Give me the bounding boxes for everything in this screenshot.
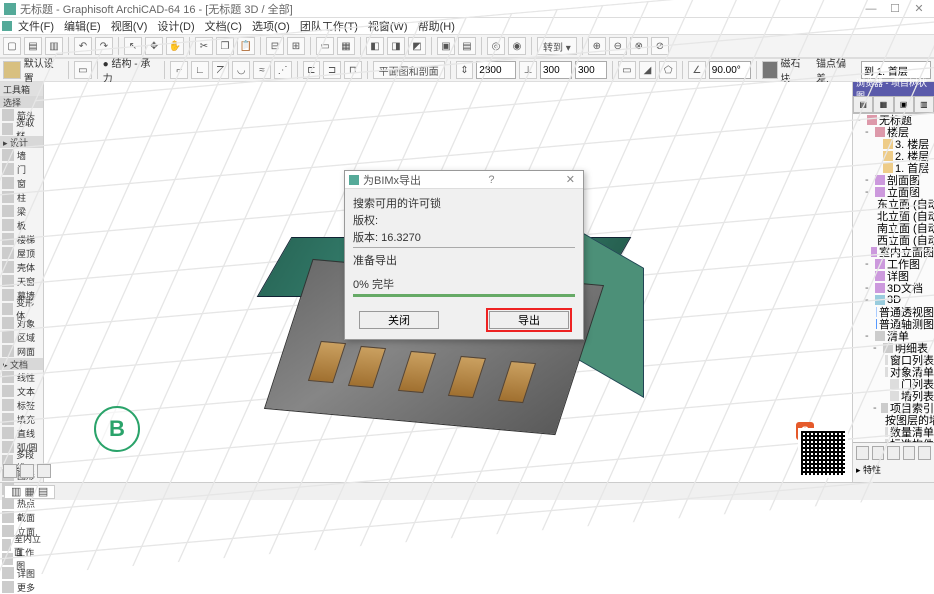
bottom-left-icons (3, 464, 51, 478)
qr-code-icon (798, 428, 848, 478)
bl-icon[interactable] (37, 464, 51, 478)
doc-icon (2, 21, 12, 31)
menu-edit[interactable]: 编辑(E) (60, 18, 105, 34)
dialog-close-btn[interactable]: 关闭 (359, 311, 439, 329)
menu-design[interactable]: 设计(D) (153, 18, 198, 34)
nav-foot-btn[interactable] (918, 446, 931, 460)
window-title: 无标题 - Graphisoft ArchiCAD-64 16 - [无标题 3… (20, 1, 293, 17)
bl-icon[interactable] (3, 464, 17, 478)
tool-icon (2, 123, 13, 135)
wall-preview-icon[interactable] (3, 61, 21, 79)
dialog-text-copyright: 版权: (353, 212, 575, 228)
nav-foot-btn[interactable] (903, 446, 916, 460)
dialog-text-license: 搜索可用的许可锁 (353, 195, 575, 211)
dialog-text-version: 版本: 16.3270 (353, 229, 575, 245)
dialog-progress-bar (353, 294, 575, 297)
menu-view[interactable]: 视图(V) (107, 18, 152, 34)
toolbox-item[interactable]: 更多 (0, 580, 43, 594)
open-button[interactable]: ▤ (24, 37, 42, 55)
dialog-close-button[interactable]: ✕ (562, 173, 579, 186)
bimx-export-dialog: 为BIMx导出 ? ✕ 搜索可用的许可锁 版权: 版本: 16.3270 准备导… (344, 170, 584, 340)
dialog-progress-text: 0% 完毕 (353, 279, 394, 291)
tool-label: 更多 (17, 581, 35, 594)
dialog-export-btn[interactable]: 导出 (489, 311, 569, 329)
dialog-text-prepare: 准备导出 (353, 252, 575, 268)
bl-icon[interactable] (20, 464, 34, 478)
dialog-icon (349, 175, 359, 185)
app-logo-icon (4, 3, 16, 15)
new-button[interactable]: ▢ (3, 37, 21, 55)
menu-file[interactable]: 文件(F) (14, 18, 58, 34)
tool-icon (2, 109, 14, 121)
logo-watermark: B (94, 406, 140, 452)
dialog-help-button[interactable]: ? (484, 174, 498, 186)
tool-icon (2, 581, 14, 593)
menu-document[interactable]: 文档(C) (201, 18, 246, 34)
nav-foot-btn[interactable] (887, 446, 900, 460)
dialog-title: 为BIMx导出 (363, 172, 421, 188)
